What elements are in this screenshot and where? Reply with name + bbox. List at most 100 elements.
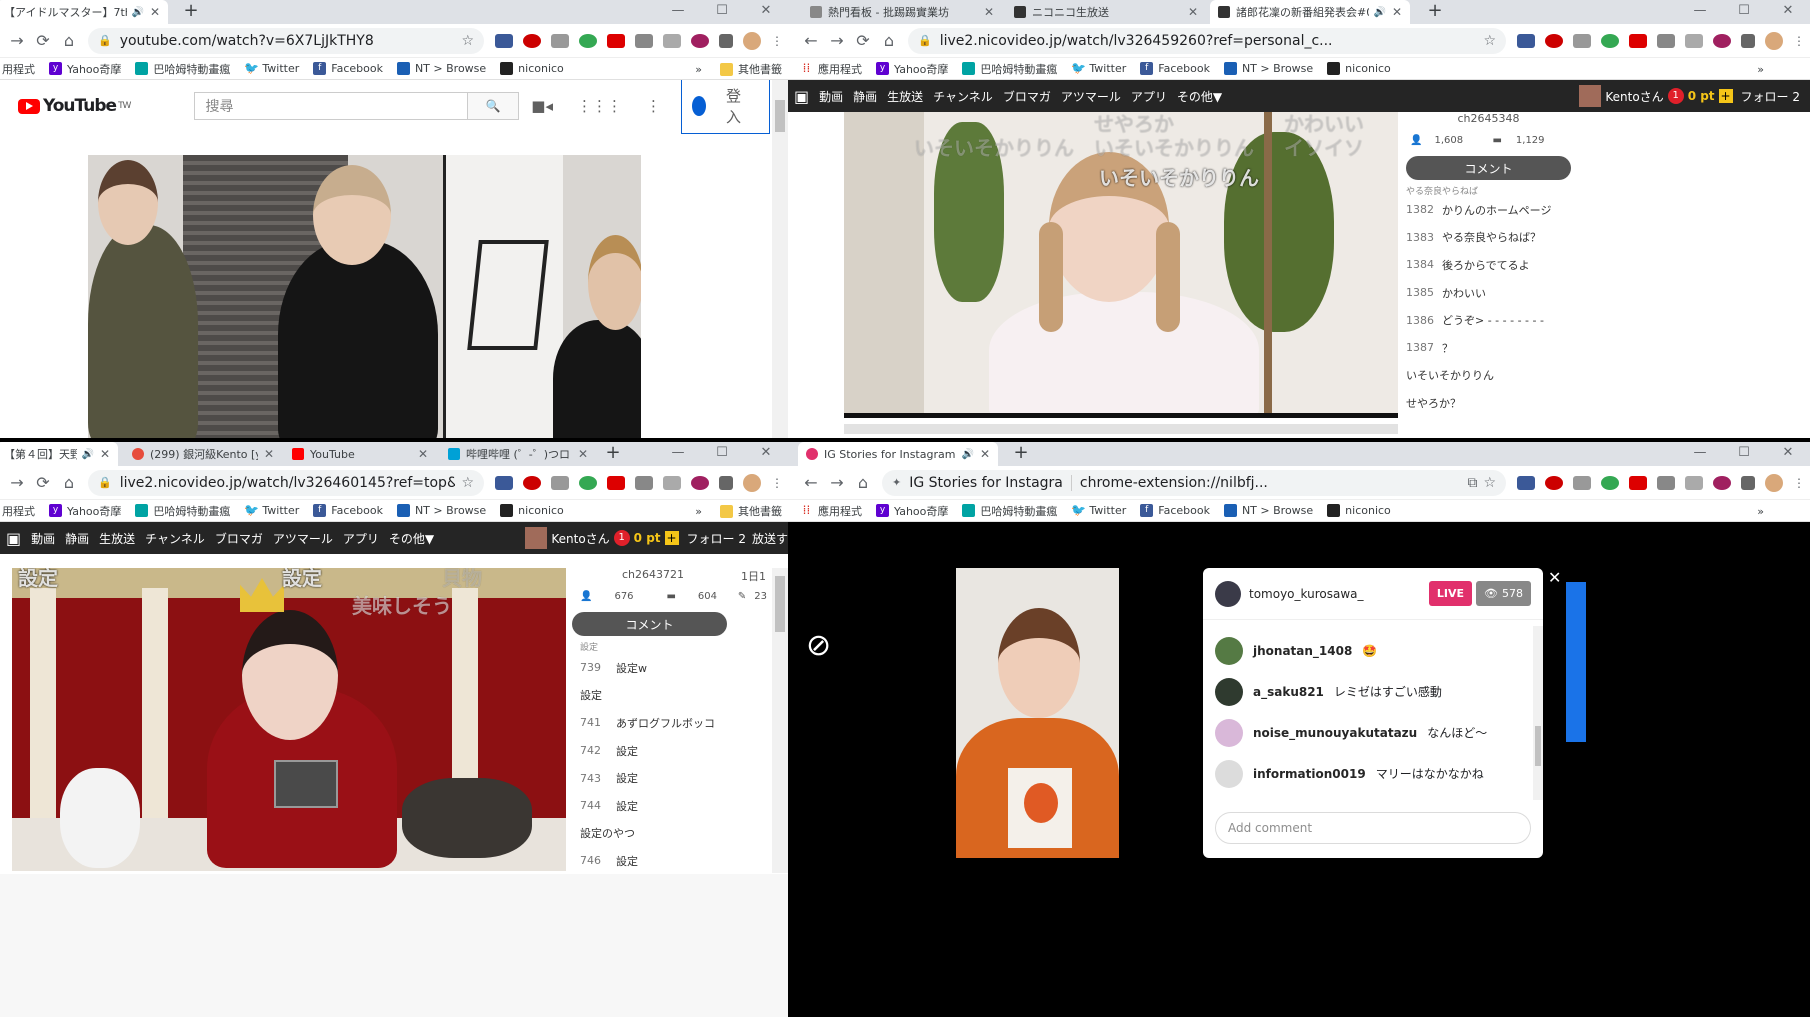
bookmark-star-icon[interactable]: ☆ [1483,33,1496,49]
profile-avatar[interactable] [743,473,761,492]
tab-twitch[interactable]: (299) 銀河級Kento [y ✕ [124,442,282,466]
scrollbar[interactable] [772,568,788,873]
nav-seiga[interactable]: 静画 [65,530,89,547]
home-icon[interactable]: ⌂ [56,31,82,50]
extension-icon[interactable] [579,33,597,48]
bookmark-yahoo[interactable]: y Yahoo奇摩 [876,61,948,77]
tab-bilibili[interactable]: 哔哩哔哩 (゜-゜)つロ ✕ [440,442,596,466]
comment-username[interactable]: information0019 [1253,767,1366,781]
extension-icon[interactable] [663,33,681,48]
bookmark-twitter[interactable]: 🐦 Twitter [1071,62,1126,76]
close-window-icon[interactable]: ✕ [744,0,788,24]
notification-badge[interactable]: 1 [613,530,630,546]
comment-row[interactable]: 743 設定 [572,764,772,792]
bookmark-nt[interactable]: NT > Browse [1223,504,1313,517]
address-bar[interactable]: 🔒 youtube.com/watch?v=6X7LjJkTHY8 ☆ [88,27,484,54]
extension-icon[interactable] [1601,33,1619,48]
comment-row[interactable]: 設定のやつ [572,820,772,848]
close-tab-icon[interactable]: ✕ [264,447,274,461]
nav-seiga[interactable]: 静画 [853,88,877,105]
comment-row[interactable]: 1384 後ろからでてるよ [1406,251,1571,279]
add-points-icon[interactable]: + [1718,89,1733,103]
bookmark-twitter[interactable]: 🐦 Twitter [244,62,299,76]
bookmarks-more[interactable]: » [695,505,702,518]
tab-idolmaster[interactable]: 【アイドルマスター】7thLI 🔊 ✕ [0,0,168,24]
bookmark-apps[interactable]: 用程式 [2,61,35,77]
bookmark-star-icon[interactable]: ☆ [461,475,474,491]
bookmark-twitter[interactable]: 🐦 Twitter [244,504,299,518]
avatar[interactable] [1579,85,1602,107]
comments-scrollbar[interactable] [1533,626,1543,800]
follow-count[interactable]: フォロー 2 [687,530,746,547]
bookmark-apps[interactable]: ⁞⁞ 應用程式 [800,503,862,519]
comment-row[interactable]: 746 設定 [572,847,772,875]
close-tab-icon[interactable]: ✕ [980,447,990,461]
home-icon[interactable]: ⌂ [876,31,902,50]
comment-row[interactable]: 741 あずログフルボッコ [572,709,772,737]
avatar[interactable] [1215,580,1241,607]
extension-icon[interactable] [1657,475,1675,490]
search-input[interactable]: 搜尋 [194,92,469,120]
comment-row[interactable]: 1383 やる奈良やらねば？ [1406,224,1571,252]
reload-icon[interactable]: ⟳ [30,473,56,492]
speaker-icon[interactable]: 🔊 [961,449,973,460]
nav-more[interactable]: その他▼ [1177,88,1222,105]
maximize-icon[interactable]: ☐ [700,0,744,24]
translate-icon[interactable]: ⧉ [1467,475,1477,491]
reload-icon[interactable]: ⟳ [30,31,56,50]
add-comment-input[interactable]: Add comment [1215,812,1531,844]
vpn-extension-icon[interactable] [1545,33,1563,48]
extension-icon[interactable] [635,475,653,490]
search-button[interactable]: 🔍 [468,92,520,120]
niconico-logo-icon[interactable]: ▣ [794,87,809,106]
bookmark-bahamut[interactable]: 巴哈姆特動畫瘋 [135,61,230,77]
notification-badge[interactable]: 1 [1667,88,1684,104]
tab-ptt[interactable]: 熱門看板 - 批踢踢實業坊 ✕ [802,0,1002,24]
close-window-icon[interactable]: ✕ [1766,442,1810,466]
fb-extension-icon[interactable] [1517,33,1535,48]
comment-row[interactable]: 1382 かりんのホームページ [1406,196,1571,224]
avatar[interactable] [1215,718,1243,747]
back-icon[interactable]: ← [798,31,824,50]
bookmark-niconico[interactable]: niconico [1327,504,1391,517]
extension-icon[interactable] [1657,33,1675,48]
extension-icon[interactable] [1713,475,1731,490]
maximize-icon[interactable]: ☐ [1722,442,1766,466]
bookmark-nt[interactable]: NT > Browse [396,504,486,517]
bookmark-twitter[interactable]: 🐦 Twitter [1071,504,1126,518]
new-tab-button[interactable]: + [1424,0,1446,24]
minimize-icon[interactable]: — [656,442,700,466]
extension-icon[interactable] [663,475,681,490]
host-username[interactable]: tomoyo_kurosawa_ [1249,587,1364,601]
speaker-icon[interactable]: 🔊 [1373,7,1385,18]
x-extension-icon[interactable] [1629,475,1647,490]
close-tab-icon[interactable]: ✕ [1392,5,1402,19]
extension-icon[interactable] [691,475,709,490]
comment-username[interactable]: a_saku821 [1253,685,1324,699]
youtube-logo[interactable]: YouTube TW [18,96,132,116]
minimize-icon[interactable]: — [656,0,700,24]
avatar[interactable] [1215,677,1243,706]
comment-row[interactable]: いそいそかりりん [1406,362,1571,390]
vpn-extension-icon[interactable] [1545,475,1563,490]
close-icon[interactable]: ✕ [1548,568,1561,587]
menu-dots-icon[interactable]: ⋮ [1793,34,1805,48]
bookmark-niconico[interactable]: niconico [500,62,564,75]
close-tab-icon[interactable]: ✕ [100,447,110,461]
bookmarks-more[interactable]: » [1757,505,1764,518]
maximize-icon[interactable]: ☐ [1722,0,1766,24]
speaker-icon[interactable]: 🔊 [131,7,143,18]
forward-icon[interactable]: → [4,473,30,492]
nav-live[interactable]: 生放送 [99,530,135,547]
comment-row[interactable]: 1386 どうぞ> - - - - - - - - [1406,306,1571,334]
broadcast-button[interactable]: 放送す [752,530,788,547]
extension-icon[interactable] [1685,475,1703,490]
comment-username[interactable]: jhonatan_1408 [1253,644,1352,658]
bookmark-other[interactable]: 其他書籤 [720,61,782,77]
user-name[interactable]: Kentoさん [551,530,609,547]
nav-more[interactable]: その他▼ [389,530,434,547]
profile-avatar[interactable] [743,31,761,50]
address-bar[interactable]: ✦ IG Stories for Instagra chrome-extensi… [882,469,1506,496]
bookmark-bahamut[interactable]: 巴哈姆特動畫瘋 [135,503,230,519]
forward-icon[interactable]: → [4,31,30,50]
